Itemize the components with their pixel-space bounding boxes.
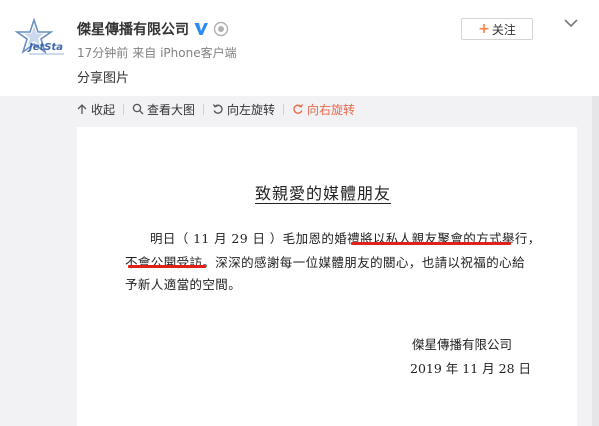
post-meta: 17分钟前 来自 iPhone客户端	[77, 44, 237, 61]
collapse-icon	[77, 104, 87, 114]
post-source: 来自 iPhone客户端	[132, 46, 237, 60]
document-date: 2019 年 11 月 28 日	[410, 361, 531, 376]
highlight-underline-1	[351, 242, 511, 245]
post-username[interactable]: 傑星傳播有限公司	[77, 19, 189, 39]
post-text: 分享图片	[77, 71, 130, 86]
follow-button[interactable]: + 关注	[461, 18, 533, 40]
document-line-2: 不會公開受訪。深深的感謝每一位媒體朋友的關心，也請以祝福的心給	[125, 255, 525, 270]
magnifier-icon	[132, 103, 144, 115]
rotate-right-label: 向右旋转	[307, 102, 356, 117]
rotate-right-button[interactable]: 向右旋转	[292, 101, 355, 118]
toolbar-divider	[123, 103, 125, 115]
view-large-label: 查看大图	[147, 102, 196, 117]
toolbar-divider	[203, 103, 205, 115]
level-badge-icon[interactable]	[213, 21, 229, 37]
view-large-button[interactable]: 查看大图	[132, 101, 195, 118]
rotate-left-icon	[212, 104, 223, 114]
avatar-label: JetSta	[27, 42, 63, 53]
chevron-down-icon[interactable]	[562, 14, 580, 32]
rotate-right-icon	[293, 104, 304, 114]
verified-v-icon[interactable]	[193, 21, 209, 37]
plus-icon: +	[478, 21, 490, 37]
image-toolbar: 收起 查看大图 向左旋转 向右旋转	[76, 100, 355, 118]
jetstar-logo-icon[interactable]: JetSta	[14, 18, 66, 62]
rotate-left-button[interactable]: 向左旋转	[212, 101, 275, 118]
document-title: 致親愛的媒體朋友	[255, 184, 392, 203]
scrollbar[interactable]	[592, 96, 599, 426]
highlight-underline-2	[128, 265, 206, 268]
collapse-button[interactable]: 收起	[76, 101, 115, 118]
document-company: 傑星傳播有限公司	[412, 337, 513, 352]
collapse-label: 收起	[91, 102, 116, 117]
post-time[interactable]: 17分钟前	[77, 46, 128, 60]
document-line-3: 予新人適當的空間。	[125, 277, 242, 292]
toolbar-divider	[283, 103, 285, 115]
rotate-left-label: 向左旋转	[227, 102, 276, 117]
follow-label: 关注	[491, 22, 516, 37]
